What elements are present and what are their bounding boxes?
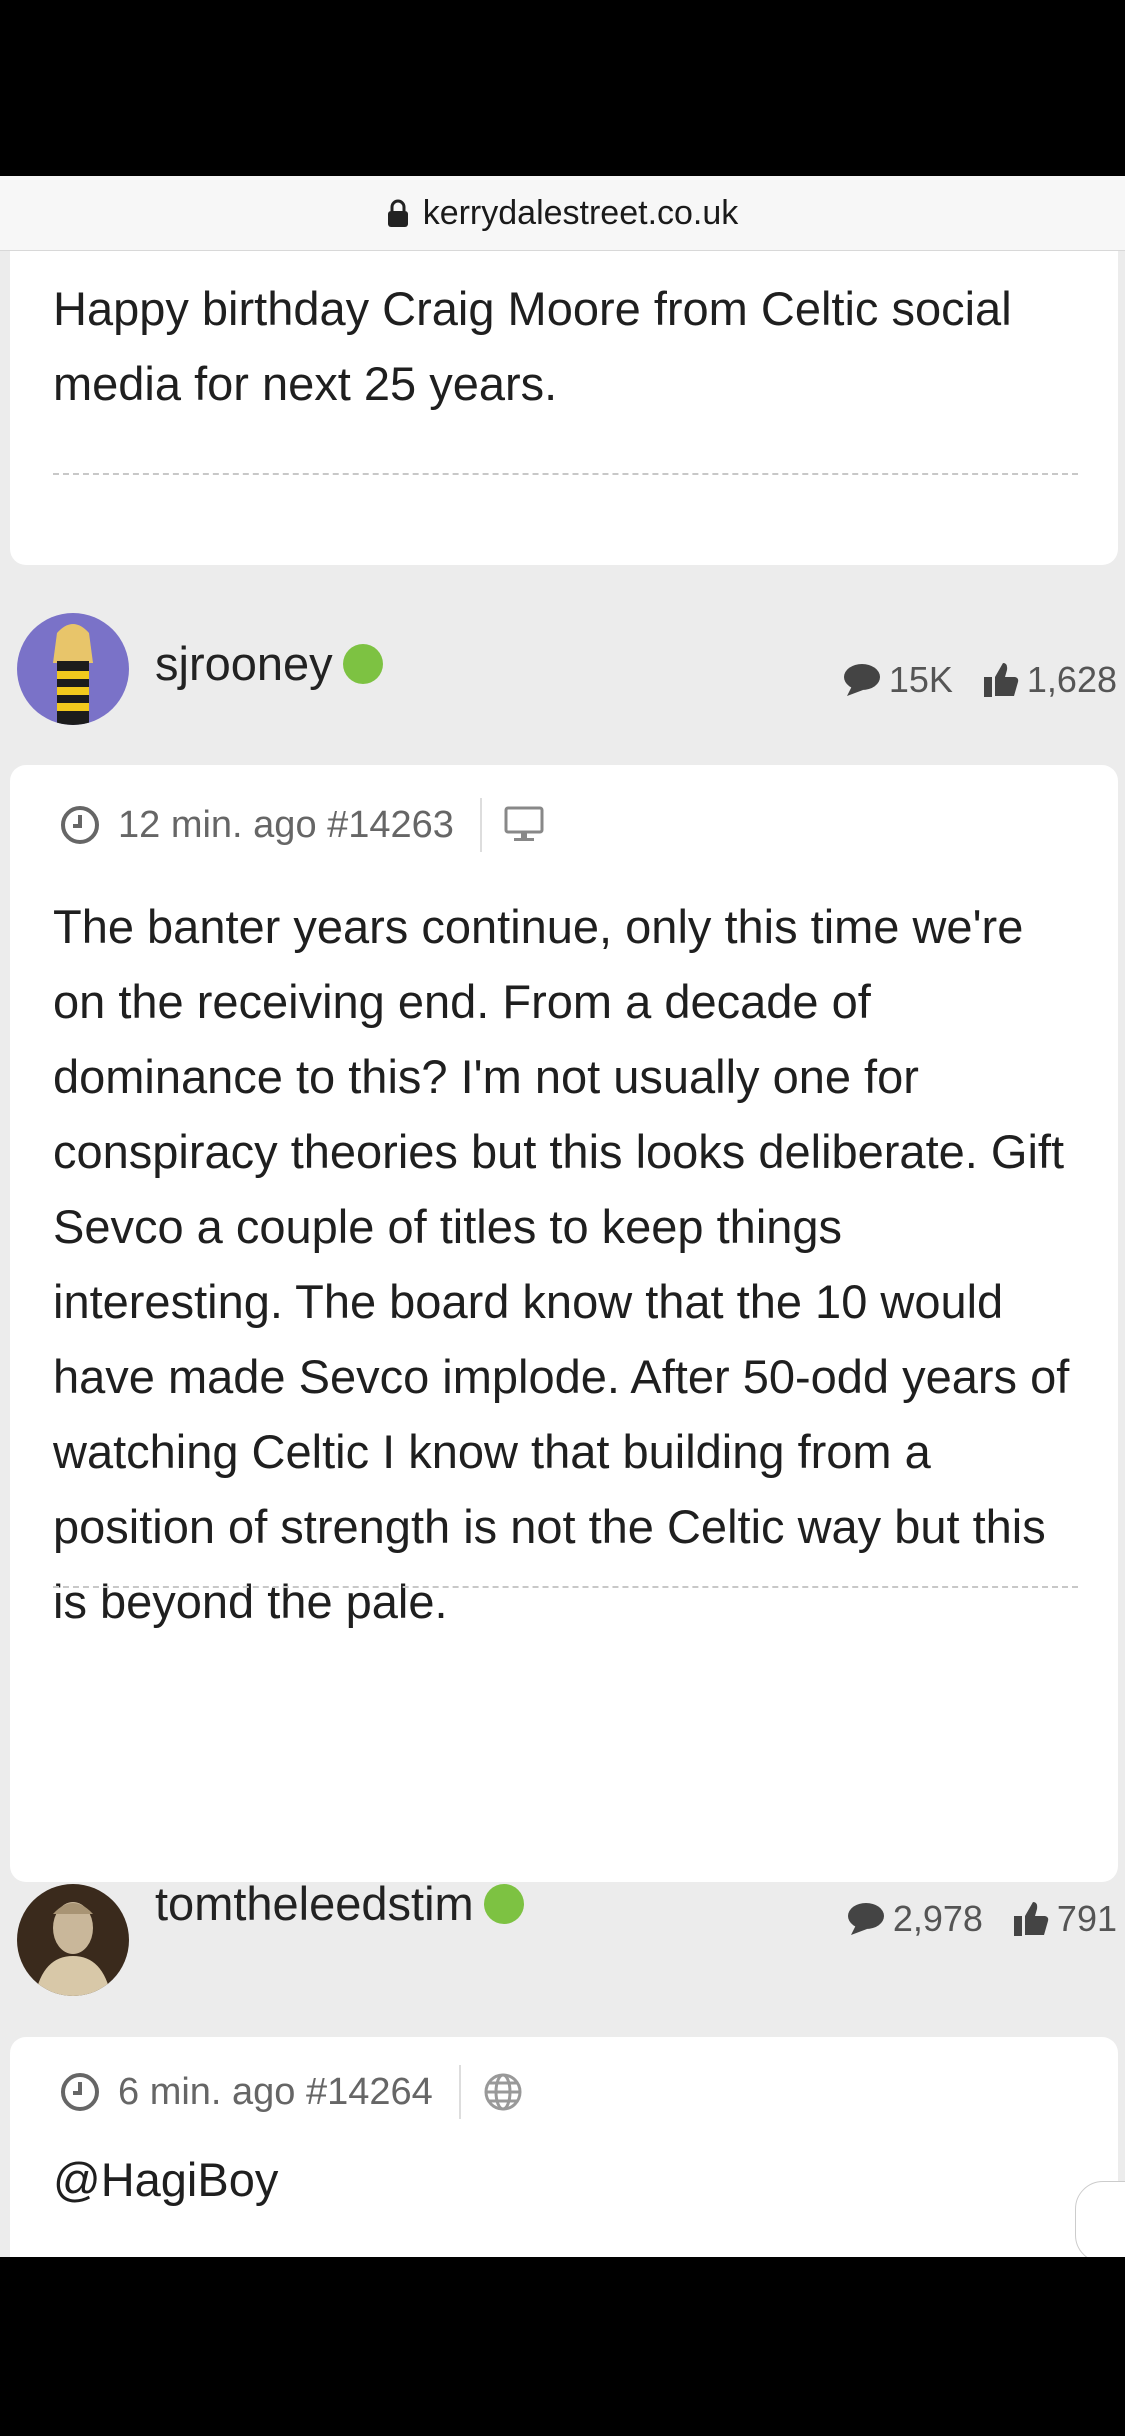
- comment-icon: [843, 664, 880, 696]
- post-time: 6 min. ago: [118, 2070, 296, 2113]
- scroll-to-top-button[interactable]: [1075, 2181, 1125, 2257]
- forum-page[interactable]: Happy birthday Craig Moore from Celtic s…: [0, 251, 1125, 2257]
- lock-icon: [387, 199, 408, 227]
- username-text[interactable]: sjrooney: [155, 636, 333, 691]
- online-status-icon: [342, 643, 383, 684]
- post-body: @HagiBoy: [53, 2153, 279, 2206]
- post-body: The banter years continue, only this tim…: [53, 814, 1078, 1639]
- like-count: 1,628: [1026, 659, 1117, 700]
- like-count: 791: [1056, 1898, 1117, 1939]
- status-bar: [0, 0, 1125, 176]
- post-card: 6 min. ago #14264 @HagiBoy: [10, 2037, 1118, 2257]
- online-status-icon: [483, 1883, 524, 1924]
- home-indicator-area: [0, 2257, 1125, 2436]
- browser-url-bar[interactable]: kerrydalestreet.co.uk: [0, 176, 1125, 251]
- username[interactable]: sjrooney: [155, 636, 383, 691]
- clock-icon: [61, 2073, 99, 2111]
- user-stats: 2,978 791: [845, 1898, 1117, 1940]
- post-card: 12 min. ago #14263 The banter years cont…: [10, 765, 1118, 1882]
- user-stats: 15K 1,628: [841, 659, 1117, 701]
- globe-icon: [484, 2073, 522, 2111]
- post-author-row: sjrooney 15K 1,628: [0, 611, 1125, 731]
- post-divider: [53, 473, 1078, 475]
- username[interactable]: tomtheleedstim: [155, 1876, 524, 1931]
- thumbs-up-icon: [983, 663, 1019, 697]
- post-id-link[interactable]: #14264: [306, 2071, 433, 2114]
- post-count: 2,978: [892, 1898, 983, 1939]
- post-author-row: tomtheleedstim 2,978 791: [0, 1877, 1125, 2002]
- username-text[interactable]: tomtheleedstim: [155, 1876, 474, 1931]
- post-count: 15K: [888, 659, 953, 700]
- thumbs-up-icon: [1013, 1902, 1049, 1936]
- post-divider: [53, 1586, 1078, 1588]
- post-meta: 6 min. ago #14264: [60, 2062, 523, 2122]
- avatar[interactable]: [17, 613, 129, 725]
- avatar[interactable]: [17, 1884, 129, 1996]
- url-text: kerrydalestreet.co.uk: [422, 193, 739, 232]
- post-body-text: The banter years continue, only this tim…: [53, 900, 1070, 1628]
- post-body: Happy birthday Craig Moore from Celtic s…: [53, 282, 1012, 410]
- comment-icon: [847, 1903, 884, 1935]
- post-card: Happy birthday Craig Moore from Celtic s…: [10, 251, 1118, 565]
